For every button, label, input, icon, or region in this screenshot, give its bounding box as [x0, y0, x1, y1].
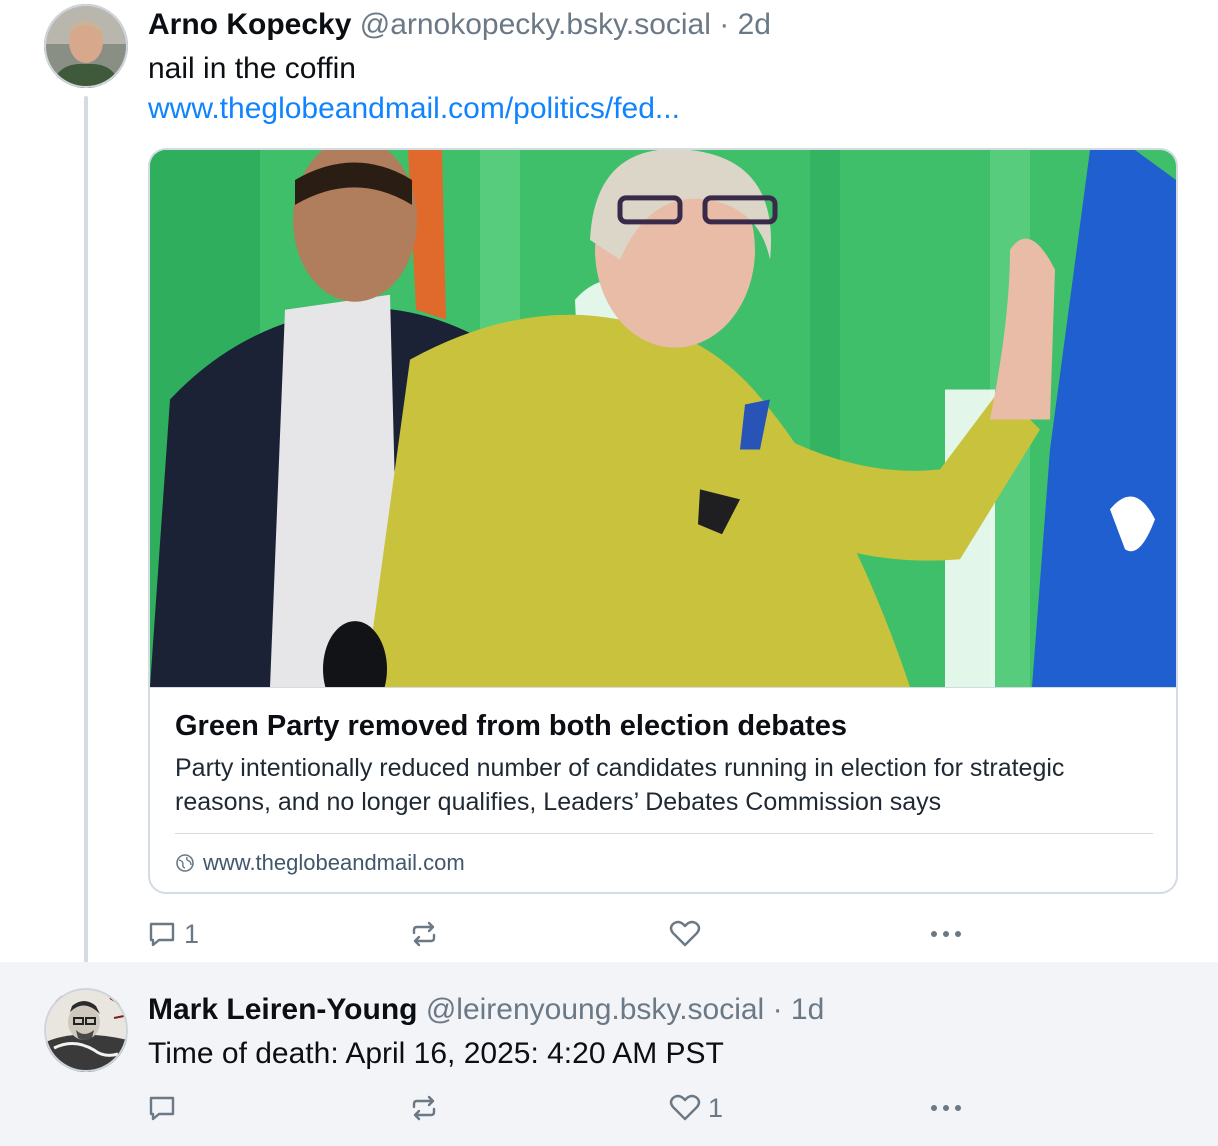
- link-preview-description: Party intentionally reduced number of ca…: [175, 754, 1065, 816]
- header-separator: ·: [719, 8, 730, 41]
- like-button[interactable]: 1: [668, 1088, 723, 1128]
- author-handle[interactable]: @leirenyoung.bsky.social: [426, 993, 764, 1026]
- globe-icon: [176, 854, 194, 872]
- post-header: Arno Kopecky @arnokopecky.bsky.social · …: [148, 5, 771, 45]
- repost-icon: [412, 1095, 436, 1121]
- link-preview-title: Green Party removed from both election d…: [175, 710, 848, 742]
- post-timestamp[interactable]: 1d: [791, 993, 824, 1026]
- repost-button[interactable]: [408, 1088, 440, 1128]
- post-actions: 1: [146, 914, 1046, 954]
- thread-connector-line: [84, 96, 88, 980]
- ellipsis-icon: [931, 1105, 961, 1111]
- avatar-photo-arno: [44, 4, 128, 88]
- author-name[interactable]: Mark Leiren-Young: [148, 993, 417, 1026]
- link-preview-domain-row: www.theglobeandmail.com: [175, 847, 465, 879]
- header-separator: ·: [772, 993, 783, 1026]
- link-preview-image: [150, 150, 1176, 688]
- author-name[interactable]: Arno Kopecky: [148, 8, 351, 41]
- repost-icon: [412, 921, 436, 947]
- post-link[interactable]: www.theglobeandmail.com/politics/fed...: [148, 89, 680, 129]
- more-options-button[interactable]: [928, 1088, 964, 1128]
- heart-icon: [669, 920, 701, 947]
- avatar[interactable]: [44, 988, 128, 1072]
- post-text: nail in the coffin: [148, 52, 356, 85]
- reply-bubble-icon: [149, 922, 175, 947]
- link-preview-domain: www.theglobeandmail.com: [203, 850, 465, 875]
- post-timestamp[interactable]: 2d: [738, 8, 771, 41]
- like-button[interactable]: [668, 914, 702, 954]
- reply-button[interactable]: [146, 1088, 184, 1128]
- avatar-illustration-mark: [44, 988, 128, 1072]
- more-options-button[interactable]: [928, 914, 964, 954]
- author-handle[interactable]: @arnokopecky.bsky.social: [360, 8, 711, 41]
- heart-icon: [669, 1094, 701, 1121]
- avatar[interactable]: [44, 4, 128, 88]
- ellipsis-icon: [931, 931, 961, 937]
- repost-button[interactable]: [408, 914, 440, 954]
- link-preview-card[interactable]: Green Party removed from both election d…: [148, 148, 1178, 894]
- post-header: Mark Leiren-Young @leirenyoung.bsky.soci…: [148, 990, 824, 1030]
- reply-button[interactable]: 1: [146, 914, 199, 954]
- post-arno-kopecky[interactable]: Arno Kopecky @arnokopecky.bsky.social · …: [0, 0, 1218, 980]
- like-count: 1: [708, 1092, 724, 1123]
- post-text: Time of death: April 16, 2025: 4:20 AM P…: [148, 1037, 724, 1070]
- post-actions: 1: [146, 1088, 1046, 1128]
- reply-count: 1: [184, 918, 200, 949]
- reply-bubble-icon: [149, 1096, 175, 1121]
- link-preview-divider: [175, 833, 1153, 834]
